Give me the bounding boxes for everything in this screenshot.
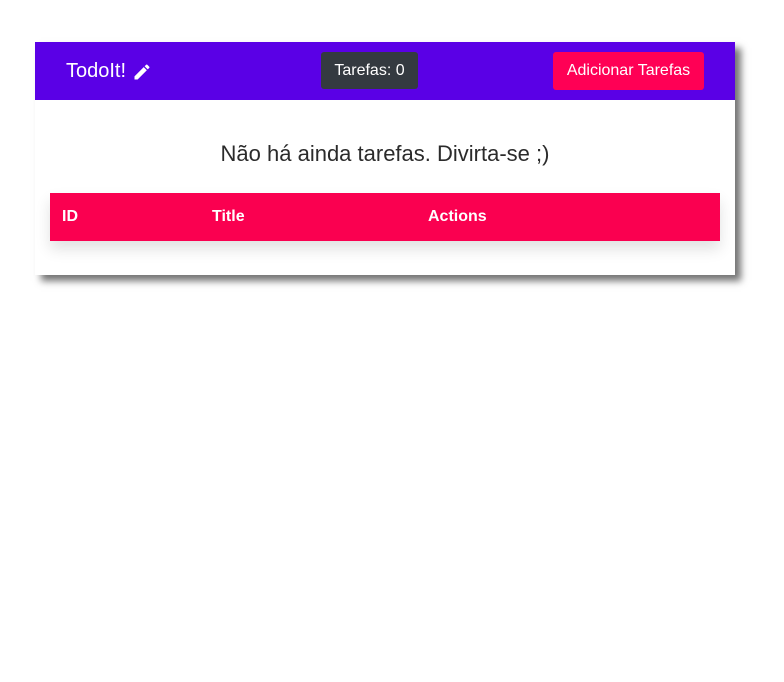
column-header-id: ID: [62, 208, 78, 225]
brand-link[interactable]: TodoIt!: [66, 60, 152, 83]
add-tasks-button[interactable]: Adicionar Tarefas: [553, 52, 704, 90]
column-header-title: Title: [212, 208, 245, 225]
brand-title: TodoIt!: [66, 60, 127, 82]
navbar: TodoIt! Tarefas: 0 Adicionar Tarefas: [35, 42, 735, 100]
empty-state-message: Não há ainda tarefas. Divirta-se ;): [220, 141, 550, 166]
pencil-icon: [132, 62, 152, 82]
column-header-actions: Actions: [428, 208, 487, 225]
todo-card: TodoIt! Tarefas: 0 Adicionar Tarefas Não…: [35, 42, 735, 275]
task-counter-badge: Tarefas: 0: [321, 52, 418, 89]
tasks-table: ID Title Actions: [50, 193, 720, 241]
